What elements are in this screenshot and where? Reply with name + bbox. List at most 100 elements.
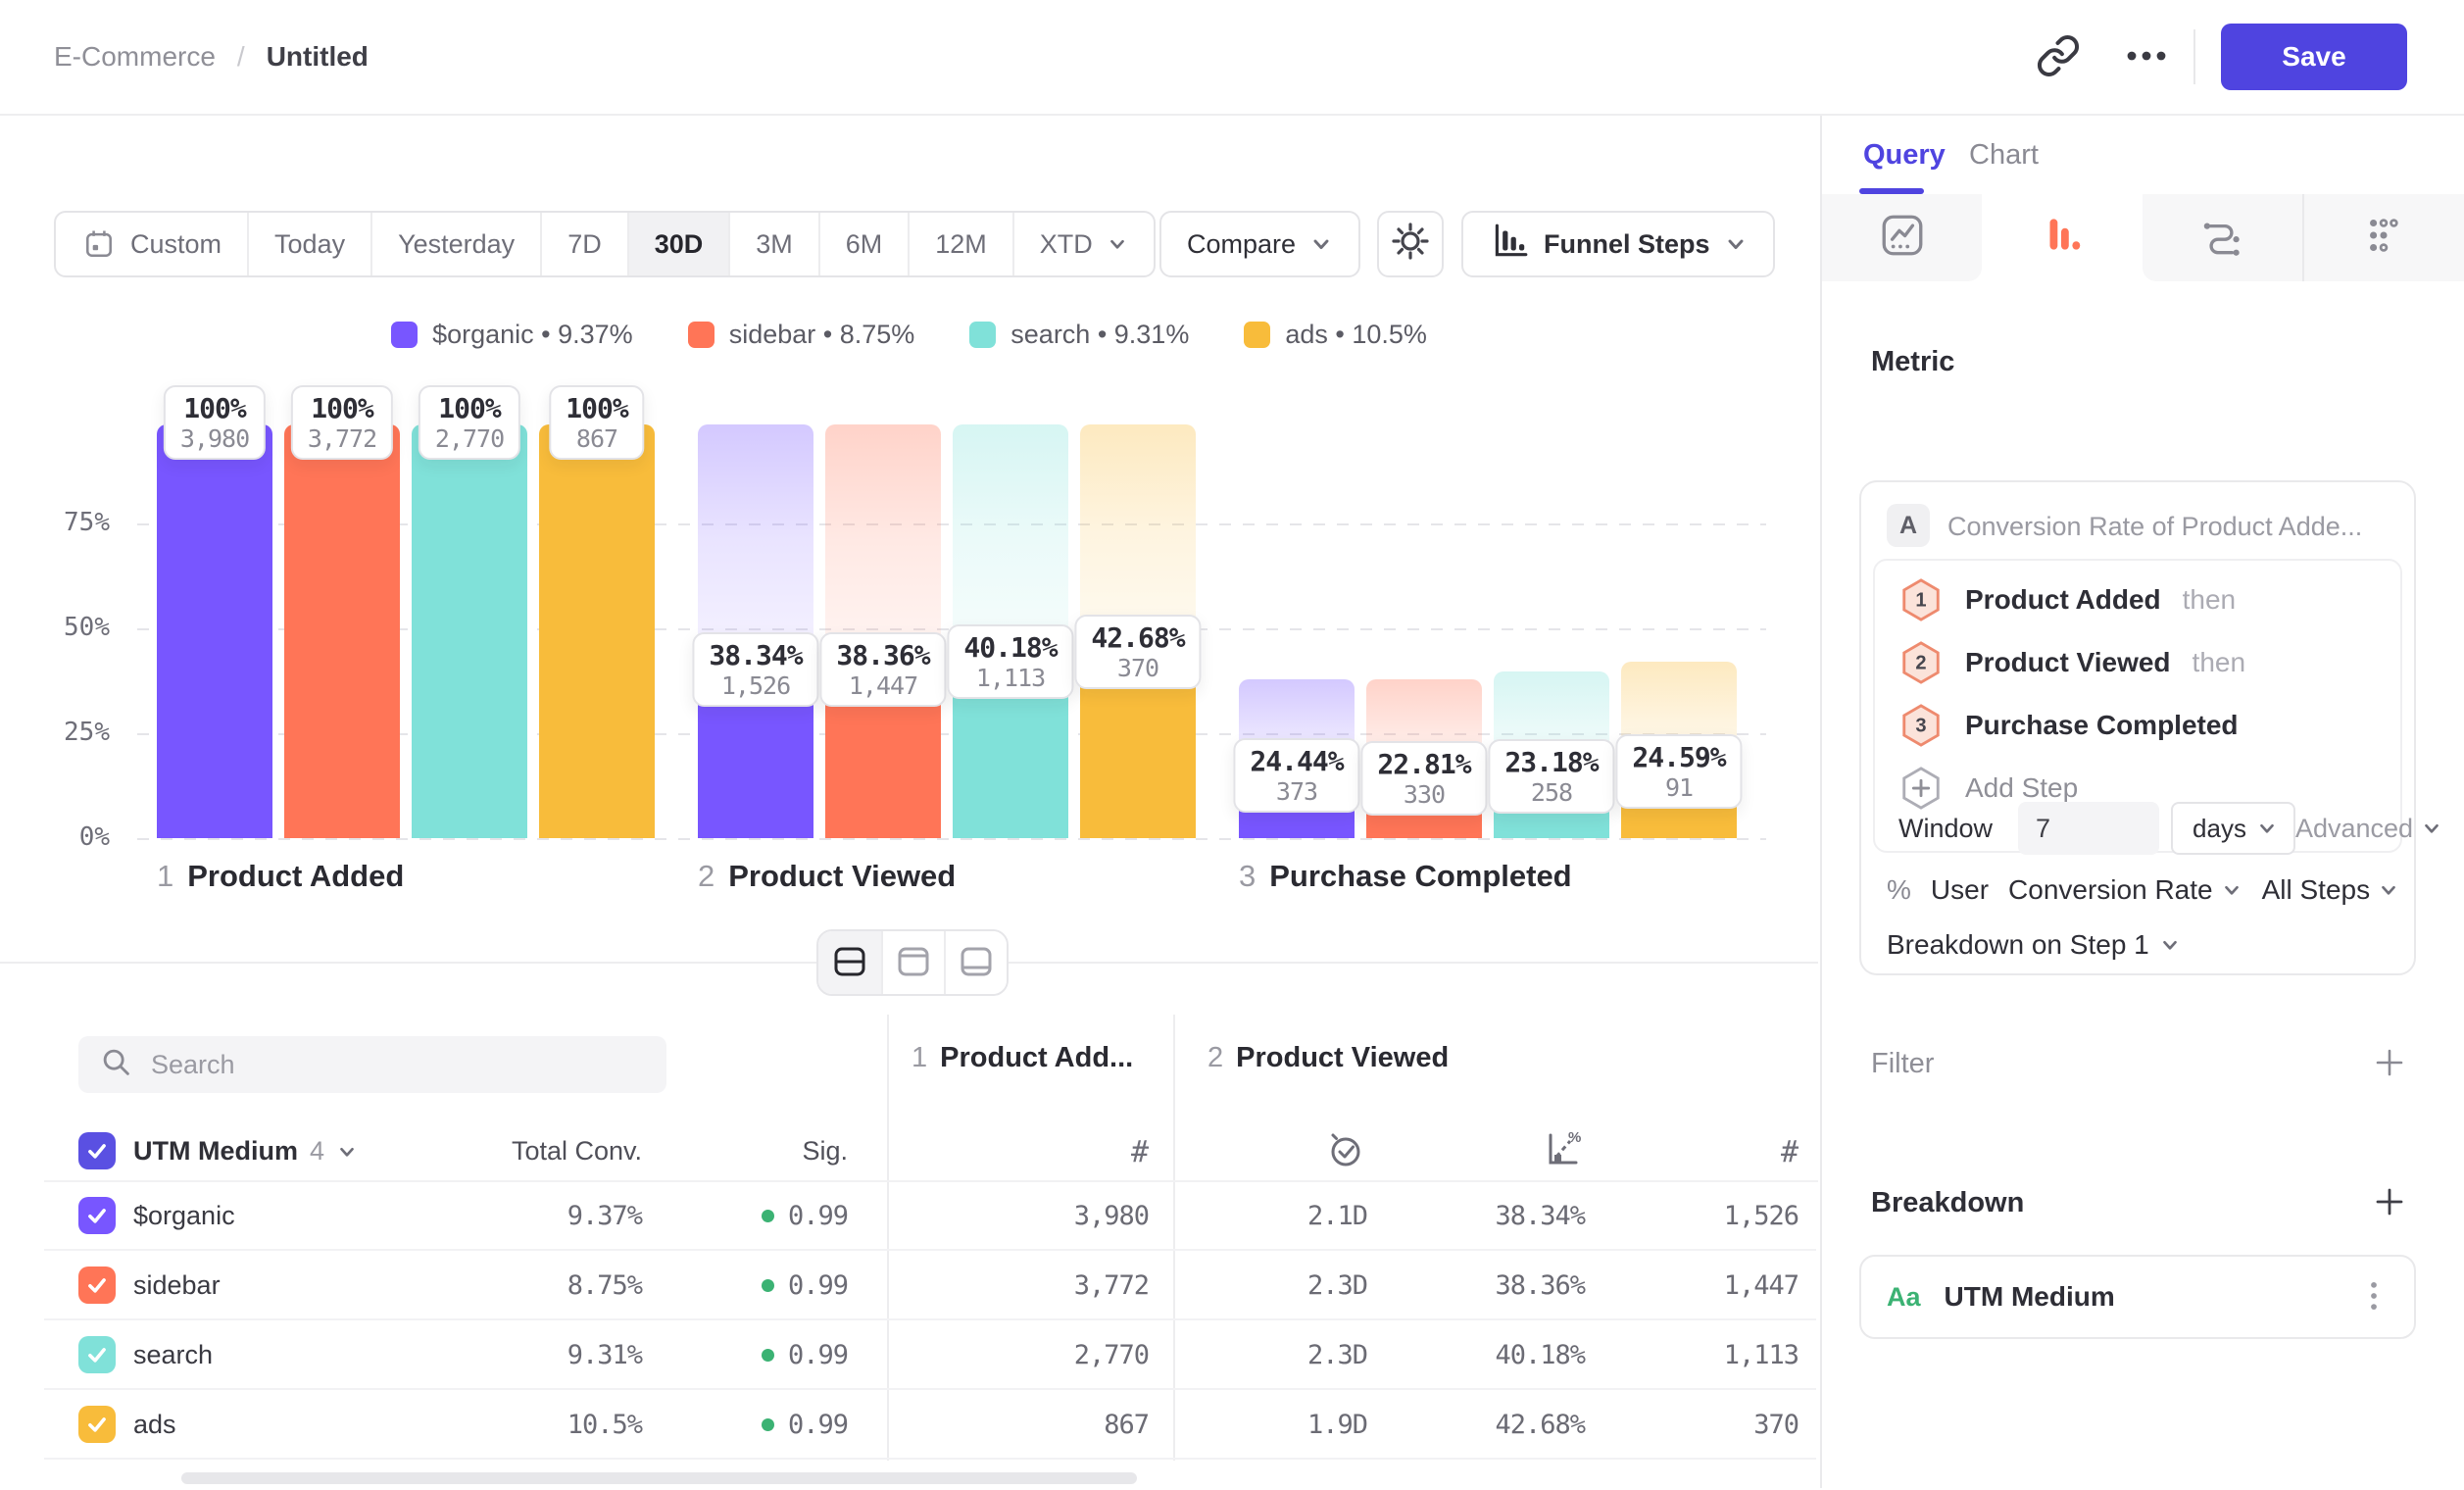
topbar-divider [2193, 29, 2195, 84]
advanced-toggle[interactable]: Advanced [2295, 814, 2442, 844]
cell-s2_rate: 40.18% [1389, 1320, 1585, 1390]
chevron-down-icon [2378, 879, 2399, 901]
save-button[interactable]: Save [2221, 24, 2407, 90]
retention-icon [2359, 211, 2408, 265]
report-type-tabs [1822, 194, 2464, 281]
metric-title[interactable]: Conversion Rate of Product Adde... [1947, 512, 2362, 542]
total-conv-column-header[interactable]: Total Conv. [446, 1136, 642, 1167]
window-value-input[interactable] [2018, 802, 2159, 855]
add-breakdown-button[interactable] [2372, 1184, 2407, 1222]
cell-total_conv: 9.31% [446, 1320, 642, 1390]
conversion-rate-icon: % [1542, 1128, 1585, 1176]
cell-total_conv: 9.37% [446, 1181, 642, 1251]
row-checkbox-ads[interactable] [78, 1406, 116, 1443]
funnel-bar-search-step1[interactable] [412, 424, 527, 838]
row-checkbox-organic[interactable] [78, 1197, 116, 1234]
y-axis-tick: 0% [29, 822, 110, 852]
measurement-select[interactable]: Conversion Rate [2008, 874, 2242, 906]
bar-value-label: 22.81%330 [1360, 741, 1487, 816]
significance-dot [762, 1418, 774, 1431]
gridline-0% [137, 838, 1766, 840]
bar-value-label: 23.18%258 [1488, 739, 1614, 814]
layout-split-button[interactable] [818, 931, 881, 994]
cell-s2_count: 370 [1602, 1390, 1799, 1460]
breadcrumb-project[interactable]: E-Commerce [54, 41, 216, 73]
row-name: search [133, 1320, 213, 1390]
total-conv-label: Total Conv. [512, 1136, 642, 1167]
layout-split-icon [832, 944, 867, 982]
chart-step-label-3: 3Purchase Completed [1239, 859, 1572, 894]
bar-count-value: 370 [1091, 654, 1184, 682]
breakdown-property-card[interactable]: Aa UTM Medium [1859, 1255, 2416, 1339]
bar-value-label: 100%2,770 [419, 385, 520, 460]
search-input[interactable] [151, 1050, 647, 1080]
window-unit-select[interactable]: days [2171, 802, 2295, 855]
table-row-search[interactable]: search9.31%0.992,7702.3D40.18%1,113 [0, 1320, 1818, 1390]
report-title[interactable]: Untitled [267, 41, 369, 73]
significance-dot [762, 1210, 774, 1222]
y-axis-tick: 50% [29, 613, 110, 642]
select-all-checkbox[interactable] [78, 1132, 116, 1169]
table-step1-group-header: 1 Product Add... [912, 1042, 1133, 1074]
breadcrumb-separator: / [237, 41, 245, 73]
search-icon [98, 1044, 135, 1086]
funnel-bar-sidebar-step1[interactable] [284, 424, 400, 838]
svg-text:%: % [1568, 1129, 1581, 1146]
copy-link-button[interactable] [2027, 25, 2090, 88]
layout-bottom-icon [959, 944, 994, 982]
more-menu-button[interactable] [2115, 25, 2178, 88]
layout-chart-only-button[interactable] [881, 931, 944, 994]
table-row-sidebar[interactable]: sidebar8.75%0.993,7722.3D38.36%1,447 [0, 1251, 1818, 1320]
funnel-bar-ads-step1[interactable] [539, 424, 655, 838]
percent-icon: % [1887, 874, 1911, 906]
step1-count-column[interactable]: # [1051, 1118, 1149, 1186]
row-checkbox-sidebar[interactable] [78, 1266, 116, 1304]
table-row-organic[interactable]: $organic9.37%0.993,9802.1D38.34%1,526 [0, 1181, 1818, 1251]
chevron-down-icon [336, 1141, 358, 1163]
svg-text:2: 2 [1915, 653, 1926, 674]
breakdown-column-header[interactable]: UTM Medium 4 [133, 1136, 358, 1167]
ellipsis-icon [2123, 32, 2170, 82]
bar-pct-value: 42.68% [1091, 621, 1184, 654]
row-checkbox-search[interactable] [78, 1336, 116, 1373]
report-type-funnels-tab[interactable] [1982, 194, 2142, 281]
table-row-ads[interactable]: ads10.5%0.998671.9D42.68%370 [0, 1390, 1818, 1460]
funnels-icon [2038, 211, 2087, 265]
bar-count-value: 373 [1250, 777, 1343, 806]
steps-scope-select[interactable]: All Steps [2262, 874, 2400, 906]
funnel-step-2[interactable]: 2 Product Viewed then [1898, 635, 2381, 690]
step-event-name: Product Viewed [1965, 647, 2171, 678]
chevron-down-icon [2159, 934, 2181, 956]
funnel-bar-organic-step1[interactable] [157, 424, 272, 838]
bar-pct-value: 22.81% [1377, 748, 1470, 780]
time-to-convert-icon [1324, 1128, 1367, 1176]
report-type-insights-tab[interactable] [1822, 194, 1982, 281]
topbar-actions: Save [2027, 24, 2407, 90]
chevron-down-icon [2221, 879, 2242, 901]
step-number: 1 [912, 1042, 927, 1074]
funnel-step-1[interactable]: 1 Product Added then [1898, 572, 2381, 627]
bar-count-value: 3,772 [308, 424, 376, 453]
funnel-steps-card: 1 Product Added then 2 Product Viewed th… [1873, 559, 2402, 853]
add-filter-button[interactable] [2372, 1045, 2407, 1083]
tab-query[interactable]: Query [1863, 139, 1946, 172]
step2-time-column[interactable] [1269, 1118, 1367, 1186]
step-name: Product Add... [940, 1042, 1133, 1074]
layout-top-icon [896, 944, 931, 982]
funnel-step-3[interactable]: 3 Purchase Completed [1898, 698, 2381, 753]
step-event-name: Purchase Completed [1965, 710, 2239, 741]
breakdown-options-button[interactable] [2359, 1276, 2389, 1318]
table-horizontal-scrollbar[interactable] [181, 1472, 1137, 1484]
bar-value-label: 38.34%1,526 [692, 632, 818, 707]
step2-rate-column[interactable]: % [1487, 1118, 1585, 1186]
layout-table-only-button[interactable] [944, 931, 1007, 994]
bar-count-value: 91 [1632, 773, 1725, 802]
step2-count-column[interactable]: # [1700, 1118, 1799, 1186]
breakdown-on-step-select[interactable]: Breakdown on Step 1 [1887, 929, 2181, 961]
counting-method-label[interactable]: User [1931, 874, 1989, 906]
bar-pct-value: 38.34% [709, 639, 802, 671]
report-type-flows-tab[interactable] [2143, 194, 2304, 281]
sig-column-header[interactable]: Sig. [701, 1136, 848, 1167]
report-type-retention-tab[interactable] [2304, 194, 2464, 281]
topbar: E-Commerce / Untitled [0, 0, 2464, 116]
